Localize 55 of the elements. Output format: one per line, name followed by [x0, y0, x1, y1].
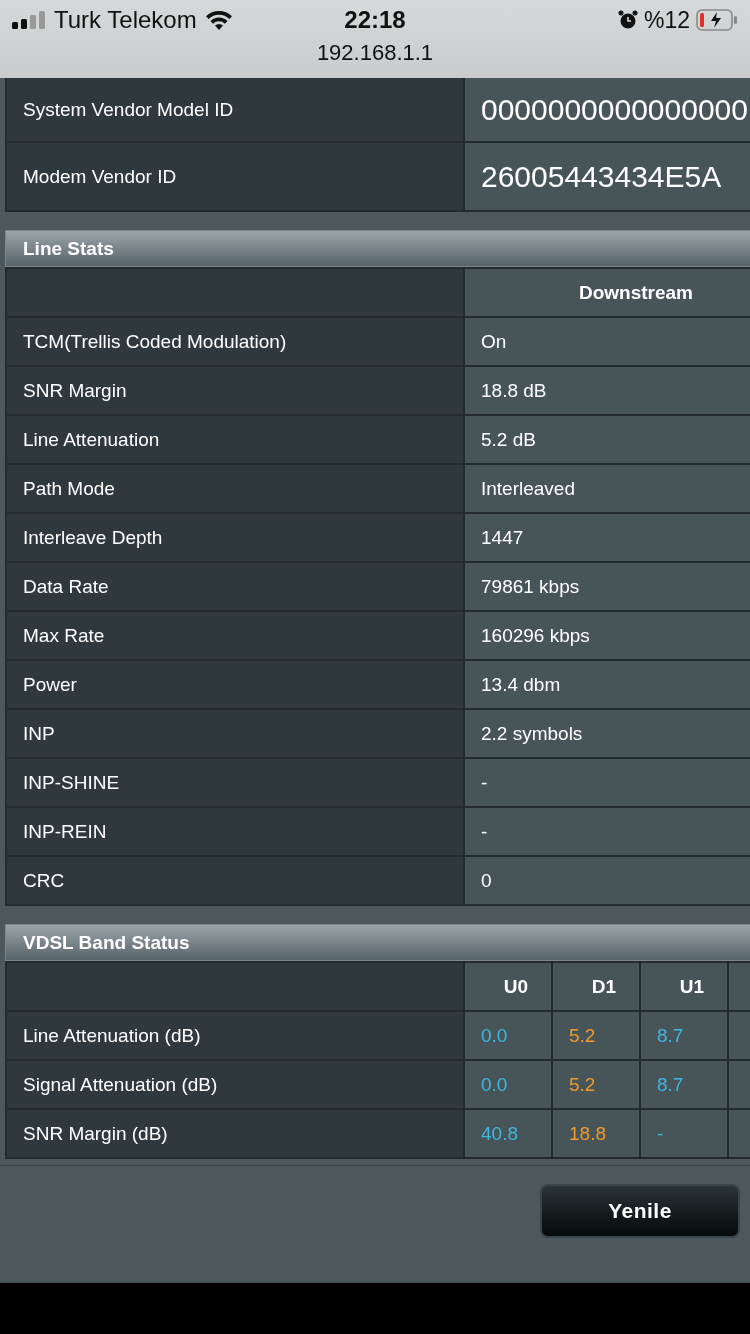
alarm-clock-icon [617, 10, 638, 30]
battery-percent: %12 [643, 6, 690, 34]
row-value: 13.4 dbm [481, 673, 561, 695]
row-label: CRC [23, 869, 65, 891]
clock-time: 22:18 [344, 6, 406, 34]
row-label: INP-SHINE [23, 771, 120, 793]
row-label: INP-REIN [23, 820, 107, 842]
row-value: - [481, 771, 488, 793]
row-label: Line Attenuation (dB) [23, 1024, 201, 1046]
row-label: TCM(Trellis Coded Modulation) [23, 330, 287, 352]
band-value: 40.8 [481, 1122, 518, 1144]
row-label: Interleave Depth [23, 526, 163, 548]
row-value: 79861 kbps [481, 575, 580, 597]
row-label: Modem Vendor ID [23, 165, 177, 187]
row-label: Signal Attenuation (dB) [23, 1073, 218, 1095]
row-label: SNR Margin (dB) [23, 1122, 168, 1144]
signal-icon [12, 11, 46, 29]
row-value: 5.2 dB [481, 428, 536, 450]
row-value: - [481, 820, 488, 842]
row-value: 160296 kbps [481, 624, 590, 646]
band-value: 0.0 [481, 1073, 508, 1095]
column-header: Downstream [578, 281, 693, 303]
row-value: 2.2 symbols [481, 722, 583, 744]
band-value: 8.7 [657, 1073, 684, 1095]
band-value: 8.7 [657, 1024, 684, 1046]
row-label: Data Rate [23, 575, 109, 597]
row-label: Power [23, 673, 77, 695]
column-header: U0 [503, 975, 529, 997]
row-label: System Vendor Model ID [23, 98, 234, 120]
refresh-button[interactable]: Yenile [540, 1184, 740, 1238]
column-header: U1 [679, 975, 705, 997]
row-value: On [481, 330, 507, 352]
band-value: 18.8 [569, 1122, 606, 1144]
row-label: SNR Margin [23, 379, 127, 401]
row-value: 0 [481, 869, 492, 891]
row-value: Interleaved [481, 477, 575, 499]
row-value: 18.8 dB [481, 379, 547, 401]
row-label: Line Attenuation [23, 428, 160, 450]
battery-charging-icon [696, 9, 738, 31]
band-value: 0.0 [481, 1024, 508, 1046]
band-value: - [657, 1122, 664, 1144]
column-header: D1 [591, 975, 617, 997]
row-label: Path Mode [23, 477, 115, 499]
band-value: 5.2 [569, 1024, 596, 1046]
row-value: 0000000000000000 [481, 92, 748, 126]
row-label: Max Rate [23, 624, 105, 646]
page-address: 192.168.1.1 [316, 40, 434, 65]
row-value: 1447 [481, 526, 524, 548]
section-title: VDSL Band Status [23, 931, 190, 954]
wifi-icon [204, 10, 233, 30]
section-title: Line Stats [23, 237, 114, 260]
row-value: 26005443434E5A [481, 159, 722, 193]
row-label: INP [23, 722, 55, 744]
carrier-name: Turk Telekom [54, 6, 197, 34]
band-value: 5.2 [569, 1073, 596, 1095]
